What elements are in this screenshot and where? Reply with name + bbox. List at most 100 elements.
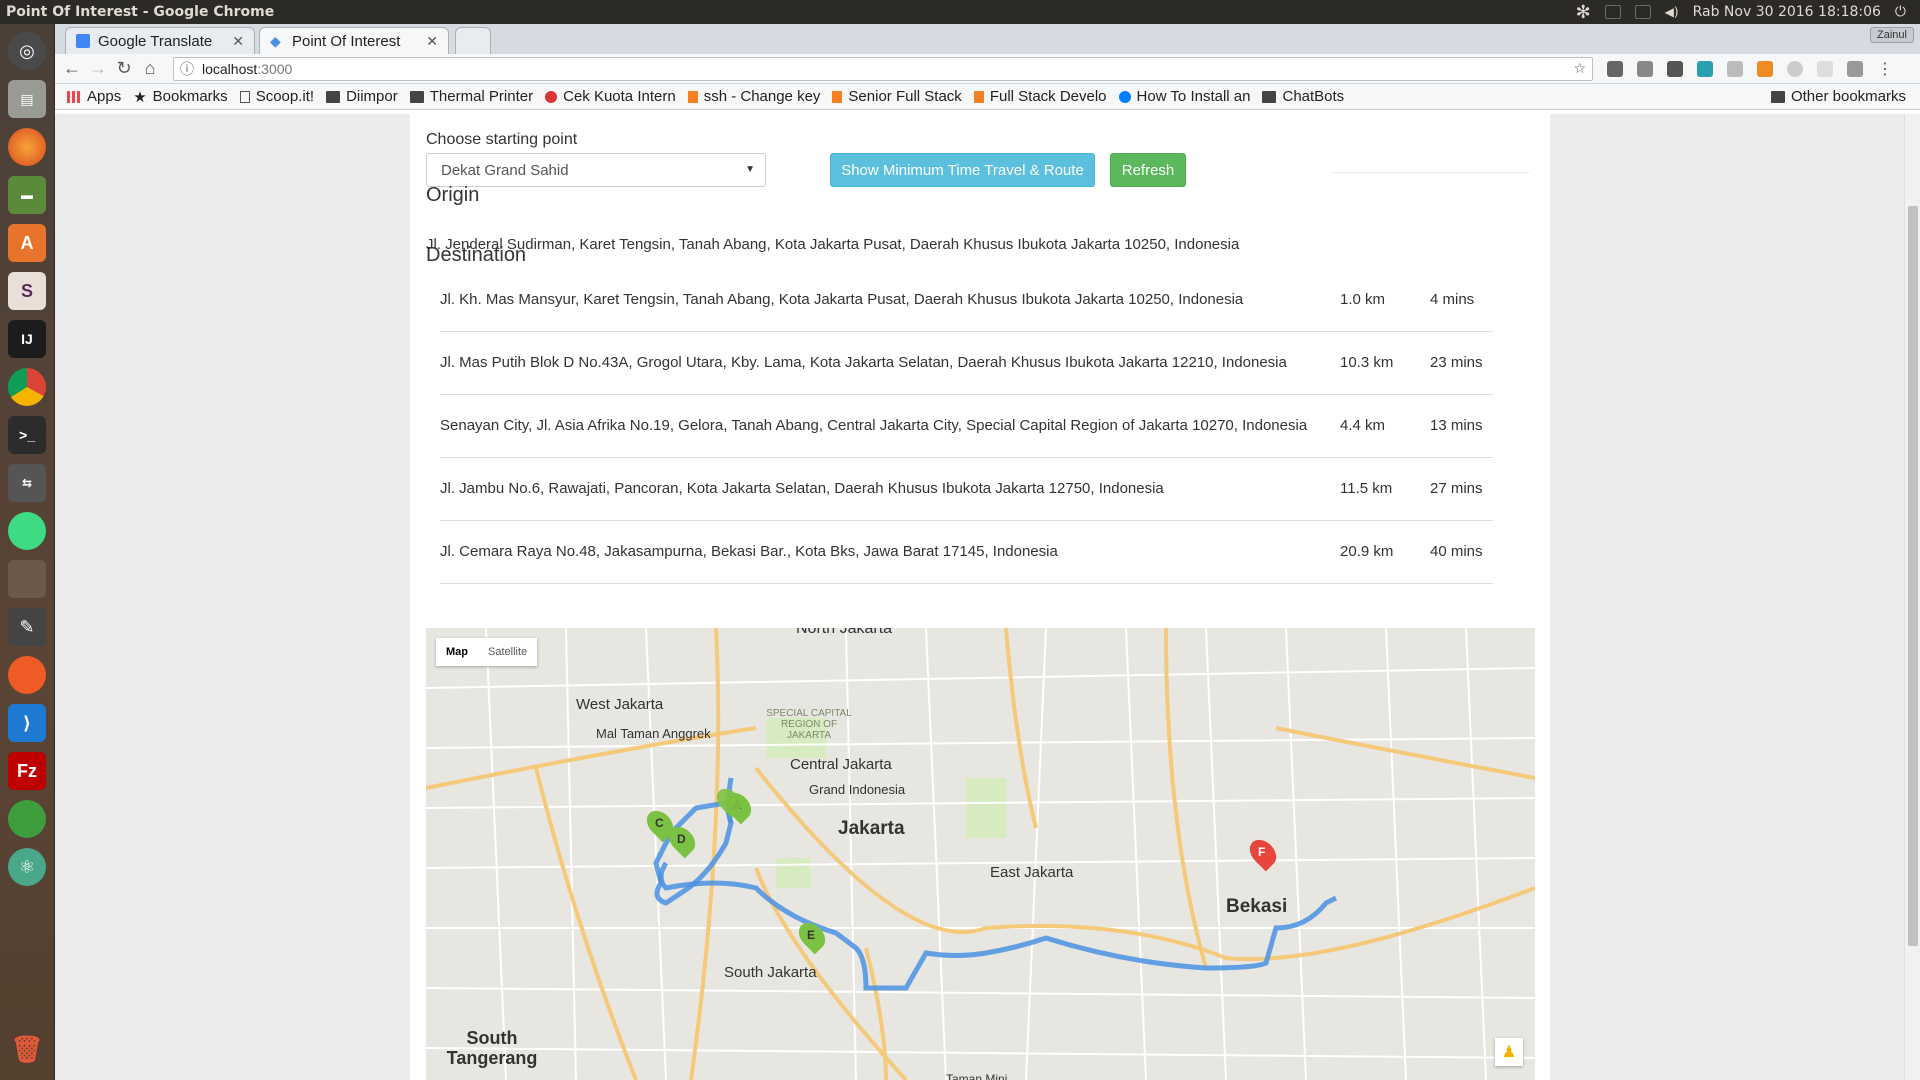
window-title: Point Of Interest - Google Chrome	[6, 4, 275, 20]
extension-icon[interactable]	[1727, 60, 1743, 77]
stackoverflow-icon	[687, 90, 698, 103]
close-icon[interactable]: ✕	[426, 33, 438, 50]
bookmark-other[interactable]: Other bookmarks	[1770, 88, 1906, 105]
bookmark-bookmarks[interactable]: ★ Bookmarks	[133, 88, 227, 106]
map-park	[776, 858, 811, 888]
destination-distance: 11.5 km	[1340, 457, 1430, 521]
star-icon: ★	[133, 88, 147, 106]
forward-icon[interactable]: →	[85, 58, 111, 79]
postman-icon[interactable]	[8, 656, 46, 694]
marker-label-f: F	[1258, 845, 1266, 859]
bookmark-senior-full-stack[interactable]: Senior Full Stack	[832, 88, 962, 105]
destination-distance: 4.4 km	[1340, 394, 1430, 458]
clock[interactable]: Rab Nov 30 2016 18:18:06	[1693, 4, 1881, 20]
bookmark-how-to-install[interactable]: How To Install an	[1118, 88, 1250, 105]
software-center-icon[interactable]: A	[8, 224, 46, 262]
map-label: SPECIAL CAPITAL REGION OF JAKARTA	[766, 708, 852, 741]
browser-toolbar: ← → ↻ ⌂ ⓘ localhost:3000 ☆ ⋮	[55, 54, 1920, 84]
starting-point-select[interactable]: Dekat Grand Sahid ▼	[426, 153, 766, 187]
tray-icon[interactable]	[1604, 5, 1621, 19]
profile-button[interactable]: Zainul	[1870, 27, 1914, 43]
filezilla-icon[interactable]: Fz	[8, 752, 46, 790]
table-row: Senayan City, Jl. Asia Afrika No.19, Gel…	[440, 394, 1493, 458]
scrollbar-thumb[interactable]	[1908, 206, 1918, 946]
extension-icon[interactable]	[1667, 60, 1683, 77]
show-route-button[interactable]: Show Minimum Time Travel & Route	[830, 153, 1095, 187]
bookmark-chatbots[interactable]: ChatBots	[1262, 88, 1344, 105]
tab-google-translate[interactable]: Google Translate ✕	[65, 27, 255, 54]
tab-strip: Google Translate ✕ ◆ Point Of Interest ✕…	[55, 24, 1920, 54]
bookmark-cek-kuota[interactable]: Cek Kuota Intern	[545, 88, 676, 105]
extension-icon[interactable]	[1817, 60, 1833, 77]
refresh-button[interactable]: Refresh	[1110, 153, 1186, 187]
extension-icon[interactable]	[1847, 60, 1863, 77]
folder-icon	[326, 90, 341, 103]
tab-point-of-interest[interactable]: ◆ Point Of Interest ✕	[259, 27, 449, 54]
map-label: Bekasi	[1226, 896, 1288, 917]
marker-label-d: D	[677, 832, 686, 846]
terminal-icon[interactable]: >_	[8, 416, 46, 454]
bookmark-scoopit[interactable]: Scoop.it!	[239, 88, 314, 105]
dash-home-icon[interactable]: ◎	[8, 32, 46, 70]
page-scrollbar[interactable]	[1904, 114, 1920, 1080]
map-label: Grand Indonesia	[809, 782, 906, 797]
page-container: Choose starting point Dekat Grand Sahid …	[410, 114, 1550, 1080]
bookmark-full-stack-develo[interactable]: Full Stack Develo	[973, 88, 1107, 105]
back-icon[interactable]: ←	[59, 58, 85, 79]
map-label: East Jakarta	[990, 864, 1074, 881]
network-icon[interactable]: ⇆	[8, 464, 46, 502]
route-map[interactable]: Map Satellite North Jakarta West Jakarta…	[426, 628, 1535, 1080]
info-icon[interactable]: ⓘ	[180, 59, 194, 79]
stackoverflow-icon	[973, 90, 984, 103]
new-tab-button[interactable]	[455, 27, 491, 54]
volume-icon[interactable]: ◀)	[1665, 5, 1679, 19]
map-type-satellite[interactable]: Satellite	[478, 638, 537, 666]
menu-icon[interactable]: ⋮	[1877, 59, 1893, 79]
home-icon[interactable]: ⌂	[137, 58, 163, 79]
destination-time: 40 mins	[1430, 520, 1493, 584]
map-label: Jakarta	[838, 818, 905, 839]
android-icon[interactable]	[8, 800, 46, 838]
tray-icon[interactable]	[1634, 5, 1651, 19]
bookmark-apps[interactable]: Apps	[67, 88, 121, 105]
destination-address: Jl. Cemara Raya No.48, Jakasampurna, Bek…	[440, 520, 1340, 584]
map-label: South Jakarta	[724, 964, 817, 981]
extension-icon[interactable]	[1607, 60, 1623, 77]
slack-icon[interactable]: S	[8, 272, 46, 310]
firefox-icon[interactable]	[8, 128, 46, 166]
trash-icon[interactable]: 🗑	[8, 1030, 46, 1068]
bookmark-thermal-printer[interactable]: Thermal Printer	[409, 88, 533, 105]
chrome-icon[interactable]	[8, 368, 46, 406]
android-studio-icon[interactable]	[8, 512, 46, 550]
power-icon[interactable]: ⏻	[1895, 4, 1906, 20]
reload-icon[interactable]: ↻	[111, 58, 137, 79]
page-viewport: Choose starting point Dekat Grand Sahid …	[55, 114, 1920, 1080]
extension-icon[interactable]	[1787, 60, 1803, 77]
bookmark-ssh[interactable]: ssh - Change key	[687, 88, 820, 105]
map-type-map[interactable]: Map	[436, 638, 478, 666]
extension-icon[interactable]	[1757, 60, 1773, 77]
map-type-control: Map Satellite	[436, 638, 538, 666]
settings-icon[interactable]: ✻	[1576, 2, 1591, 23]
destination-time: 27 mins	[1430, 457, 1493, 521]
intellij-icon[interactable]: IJ	[8, 320, 46, 358]
map-park	[966, 778, 1006, 838]
vscode-icon[interactable]: ⟩	[8, 704, 46, 742]
street-view-pegman-icon[interactable]: ♟	[1495, 1038, 1523, 1066]
extension-icon[interactable]	[1697, 60, 1713, 77]
inkscape-icon[interactable]: ✎	[8, 608, 46, 646]
destination-distance: 10.3 km	[1340, 331, 1430, 395]
close-icon[interactable]: ✕	[232, 33, 244, 50]
bookmark-star-icon[interactable]: ☆	[1573, 60, 1586, 77]
destination-distance: 20.9 km	[1340, 520, 1430, 584]
extension-icon[interactable]	[1637, 60, 1653, 77]
page-icon: ◆	[270, 33, 281, 49]
libreoffice-icon[interactable]: ▬	[8, 176, 46, 214]
destination-address: Senayan City, Jl. Asia Afrika No.19, Gel…	[440, 394, 1340, 458]
gimp-icon[interactable]	[8, 560, 46, 598]
files-icon[interactable]: ▤	[8, 80, 46, 118]
atom-icon[interactable]: ⚛	[8, 848, 46, 886]
address-bar[interactable]: ⓘ localhost:3000 ☆	[173, 56, 1593, 81]
caret-down-icon: ▼	[745, 164, 755, 175]
bookmark-diimpor[interactable]: Diimpor	[326, 88, 398, 105]
